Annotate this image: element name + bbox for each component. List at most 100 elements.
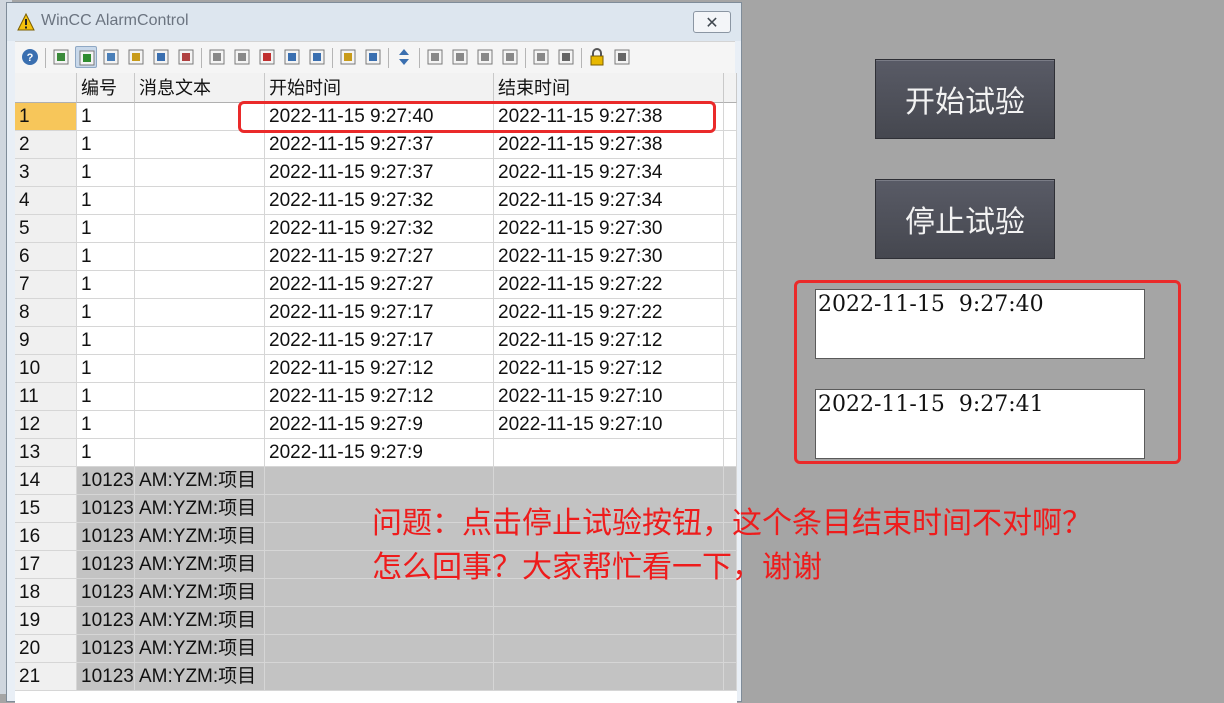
help-icon: ? xyxy=(22,49,38,65)
toolbar-separator xyxy=(45,48,46,68)
message-text-cell xyxy=(135,327,265,355)
emergency-acknowledge-icon-button[interactable] xyxy=(256,46,278,68)
row-index-cell: 21 xyxy=(15,663,77,691)
message-list-icon xyxy=(79,50,95,66)
help-icon-button[interactable]: ? xyxy=(19,46,41,68)
reporting-icon-button[interactable] xyxy=(306,46,328,68)
table-row[interactable]: 11 1 2022-11-15 9:27:12 2022-11-15 9:27:10 xyxy=(15,383,737,411)
group-acknowledge-icon-button[interactable] xyxy=(231,46,253,68)
toolbar-separator xyxy=(201,48,202,68)
row-index-cell: 2 xyxy=(15,131,77,159)
long-term-archive-icon-button[interactable] xyxy=(125,46,147,68)
message-text-cell: AM:YZM:项目 xyxy=(135,635,265,663)
number-cell: 10123 xyxy=(77,495,135,523)
end-time-cell: 2022-11-15 9:27:30 xyxy=(494,243,724,271)
start-time-cell: 2022-11-15 9:27:17 xyxy=(265,327,494,355)
table-row[interactable]: 2 1 2022-11-15 9:27:37 2022-11-15 9:27:38 xyxy=(15,131,737,159)
short-term-archive-icon-button[interactable] xyxy=(100,46,122,68)
previous-message-icon-button[interactable] xyxy=(449,46,471,68)
first-message-icon-button[interactable] xyxy=(424,46,446,68)
more-icon-button[interactable] xyxy=(611,46,633,68)
table-row[interactable]: 13 1 2022-11-15 9:27:9 xyxy=(15,439,737,467)
message-text-cell xyxy=(135,439,265,467)
table-row[interactable]: 14 10123 AM:YZM:项目 xyxy=(15,467,737,495)
next-message-icon xyxy=(477,49,493,65)
lock-list-icon-button[interactable] xyxy=(150,46,172,68)
selection-dialog-icon-button[interactable] xyxy=(50,46,72,68)
start-time-cell: 2022-11-15 9:27:27 xyxy=(265,271,494,299)
column-header-end-time[interactable]: 结束时间 xyxy=(494,73,724,103)
stop-test-button[interactable]: 停止试验 xyxy=(875,179,1055,259)
toolbar-separator xyxy=(388,48,389,68)
reporting-icon xyxy=(309,49,325,65)
print-icon-button[interactable] xyxy=(362,46,384,68)
end-time-cell: 2022-11-15 9:27:30 xyxy=(494,215,724,243)
toolbar-separator xyxy=(332,48,333,68)
start-time-cell: 2022-11-15 9:27:12 xyxy=(265,383,494,411)
message-text-cell: AM:YZM:项目 xyxy=(135,607,265,635)
start-time-cell: 2022-11-15 9:27:37 xyxy=(265,159,494,187)
column-header-message-text[interactable]: 消息文本 xyxy=(135,73,265,103)
table-row[interactable]: 10 1 2022-11-15 9:27:12 2022-11-15 9:27:12 xyxy=(15,355,737,383)
start-time-cell: 2022-11-15 9:27:9 xyxy=(265,439,494,467)
table-row[interactable]: 12 1 2022-11-15 9:27:9 2022-11-15 9:27:10 xyxy=(15,411,737,439)
statistics-icon-button[interactable] xyxy=(175,46,197,68)
start-time-cell: 2022-11-15 9:27:27 xyxy=(265,243,494,271)
message-text-cell xyxy=(135,383,265,411)
column-header-start-time[interactable]: 开始时间 xyxy=(265,73,494,103)
start-test-button[interactable]: 开始试验 xyxy=(875,59,1055,139)
table-row[interactable]: 6 1 2022-11-15 9:27:27 2022-11-15 9:27:30 xyxy=(15,243,737,271)
column-header-index[interactable] xyxy=(15,73,77,103)
start-time-cell: 2022-11-15 9:27:12 xyxy=(265,355,494,383)
table-row[interactable]: 19 10123 AM:YZM:项目 xyxy=(15,607,737,635)
end-time-cell xyxy=(494,607,724,635)
end-time-cell: 2022-11-15 9:27:22 xyxy=(494,299,724,327)
export-icon-button[interactable] xyxy=(337,46,359,68)
table-row[interactable]: 7 1 2022-11-15 9:27:27 2022-11-15 9:27:22 xyxy=(15,271,737,299)
number-cell: 10123 xyxy=(77,607,135,635)
message-text-cell xyxy=(135,299,265,327)
table-row[interactable]: 8 1 2022-11-15 9:27:17 2022-11-15 9:27:22 xyxy=(15,299,737,327)
last-message-icon-button[interactable] xyxy=(499,46,521,68)
filler-cell xyxy=(724,607,737,635)
close-button[interactable]: ✕ xyxy=(693,11,731,33)
horn-acknowledge-icon-button[interactable] xyxy=(281,46,303,68)
export-icon xyxy=(340,49,356,65)
table-row[interactable]: 4 1 2022-11-15 9:27:32 2022-11-15 9:27:34 xyxy=(15,187,737,215)
sort-icon-button[interactable] xyxy=(393,46,415,68)
close-icon: ✕ xyxy=(705,12,719,32)
single-acknowledge-icon-button[interactable] xyxy=(206,46,228,68)
message-list-icon-button[interactable] xyxy=(75,46,97,68)
row-index-cell: 13 xyxy=(15,439,77,467)
table-row[interactable]: 9 1 2022-11-15 9:27:17 2022-11-15 9:27:12 xyxy=(15,327,737,355)
last-message-icon xyxy=(502,49,518,65)
next-message-icon-button[interactable] xyxy=(474,46,496,68)
properties-icon-button[interactable] xyxy=(530,46,552,68)
row-index-cell: 18 xyxy=(15,579,77,607)
table-row[interactable]: 5 1 2022-11-15 9:27:32 2022-11-15 9:27:30 xyxy=(15,215,737,243)
number-cell: 10123 xyxy=(77,551,135,579)
filler-cell xyxy=(724,215,737,243)
message-text-cell: AM:YZM:项目 xyxy=(135,551,265,579)
comment-icon-button[interactable] xyxy=(555,46,577,68)
properties-icon xyxy=(533,49,549,65)
filler-cell xyxy=(724,467,737,495)
emergency-acknowledge-icon xyxy=(259,49,275,65)
table-row[interactable]: 21 10123 AM:YZM:项目 xyxy=(15,663,737,691)
lock-icon-button[interactable] xyxy=(586,46,608,68)
title-bar[interactable]: WinCC AlarmControl ✕ xyxy=(7,3,741,41)
first-message-icon xyxy=(427,49,443,65)
message-text-cell xyxy=(135,355,265,383)
row-index-cell: 8 xyxy=(15,299,77,327)
table-row[interactable]: 20 10123 AM:YZM:项目 xyxy=(15,635,737,663)
column-header-number[interactable]: 编号 xyxy=(77,73,135,103)
filler-cell xyxy=(724,271,737,299)
filler-cell xyxy=(724,187,737,215)
row-index-cell: 6 xyxy=(15,243,77,271)
number-cell: 10123 xyxy=(77,635,135,663)
alarm-control-window: WinCC AlarmControl ✕ ? 编号 消息文本 开始时间 结束时间… xyxy=(6,2,742,703)
filler-cell xyxy=(724,103,737,131)
table-row[interactable]: 3 1 2022-11-15 9:27:37 2022-11-15 9:27:34 xyxy=(15,159,737,187)
end-time-cell: 2022-11-15 9:27:34 xyxy=(494,159,724,187)
filler-cell xyxy=(724,635,737,663)
